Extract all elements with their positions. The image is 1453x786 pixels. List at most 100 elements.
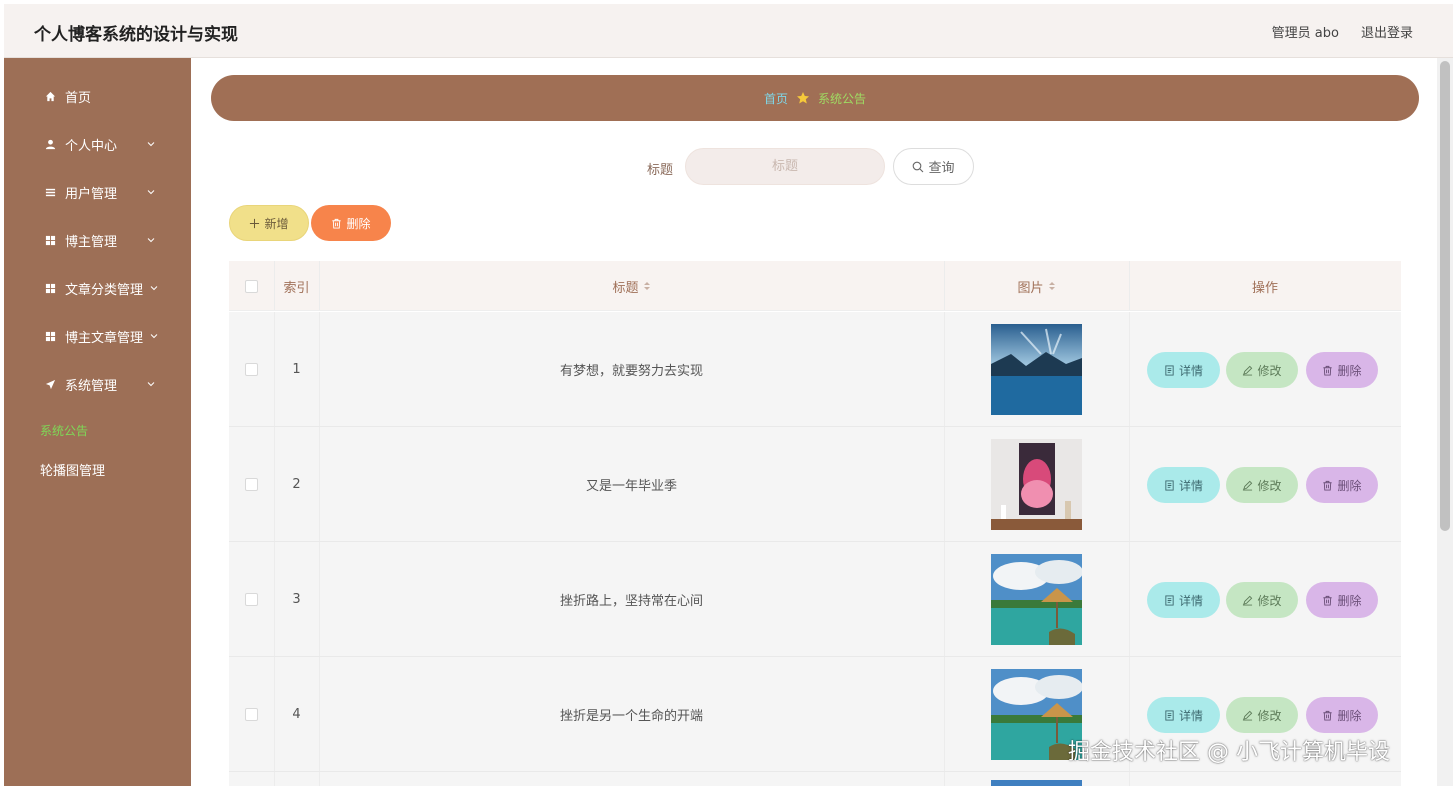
sidebar-item-blogger-articles[interactable]: 博主文章管理: [4, 312, 191, 360]
edit-button[interactable]: 修改: [1226, 582, 1298, 618]
table-row: 3 挫折路上，坚持常在心间 详情 修改 删除: [229, 542, 1401, 657]
row-index: 4: [292, 707, 301, 722]
header-image[interactable]: 图片: [944, 261, 1129, 311]
row-checkbox[interactable]: [245, 593, 258, 606]
row-checkbox[interactable]: [245, 478, 258, 491]
header-image-label: 图片: [1017, 280, 1044, 296]
table-row: [229, 772, 1401, 786]
grid-icon: [44, 282, 56, 294]
sidebar-item-blogger-management[interactable]: 博主管理: [4, 216, 191, 264]
delete-button[interactable]: 删除: [1306, 582, 1378, 618]
detail-button-label: 详情: [1178, 708, 1203, 723]
edit-button[interactable]: 修改: [1226, 467, 1298, 503]
edit-icon: [1243, 710, 1253, 721]
row-title: 挫折是另一个生命的开端: [559, 709, 703, 724]
document-icon: [1165, 364, 1174, 376]
grid-icon: [44, 234, 56, 246]
list-icon: [44, 186, 56, 198]
select-all-checkbox[interactable]: [245, 279, 258, 293]
scrollbar-thumb[interactable]: [1440, 61, 1450, 531]
sidebar-subitem-carousel[interactable]: 轮播图管理: [40, 460, 105, 479]
edit-button-label: 修改: [1257, 708, 1282, 723]
chevron-down-icon: [150, 334, 158, 339]
table-header: 索引 标题 图片 操作: [229, 261, 1401, 311]
header-actions: 操作: [1251, 280, 1278, 296]
send-icon: [44, 378, 56, 390]
sidebar-item-personal-center[interactable]: 个人中心: [4, 120, 191, 168]
edit-button[interactable]: 修改: [1226, 697, 1298, 733]
header-title[interactable]: 标题: [319, 261, 944, 311]
sidebar-item-label: 文章分类管理: [65, 282, 144, 298]
top-header: 个人博客系统的设计与实现 管理员 abo 退出登录: [4, 4, 1453, 58]
chevron-down-icon: [147, 142, 155, 147]
detail-button[interactable]: 详情: [1147, 352, 1220, 388]
delete-button[interactable]: 删除: [1306, 352, 1378, 388]
detail-button-label: 详情: [1178, 478, 1203, 493]
watermark: 掘金技术社区 @ 小飞计算机毕设: [1068, 740, 1390, 765]
detail-button[interactable]: 详情: [1147, 467, 1220, 503]
row-title: 有梦想，就要努力去实现: [559, 364, 703, 379]
row-index: 1: [292, 362, 301, 377]
detail-button-label: 详情: [1178, 593, 1203, 608]
row-checkbox[interactable]: [245, 708, 258, 721]
breadcrumb-current: 系统公告: [818, 91, 867, 106]
table-row: 1 有梦想，就要努力去实现 详情 修改 删除: [229, 312, 1401, 427]
breadcrumb: 首页 系统公告: [211, 75, 1419, 121]
chevron-down-icon: [147, 238, 155, 243]
edit-icon: [1243, 480, 1253, 491]
logout-link[interactable]: 退出登录: [1361, 22, 1413, 41]
plus-icon: [250, 218, 260, 228]
home-icon: [44, 90, 56, 102]
sort-icon: [1048, 282, 1055, 290]
delete-button-label: 删除: [1337, 593, 1362, 608]
delete-button[interactable]: 删除: [1306, 467, 1378, 503]
sidebar-item-label: 博主文章管理: [65, 330, 144, 346]
sort-icon: [643, 282, 650, 290]
trash-icon: [1323, 480, 1333, 491]
breadcrumb-home[interactable]: 首页: [764, 90, 788, 107]
row-title: 挫折路上，坚持常在心间: [559, 594, 703, 609]
grid-icon: [44, 330, 56, 342]
sidebar-item-label: 个人中心: [65, 138, 118, 154]
delete-button-label: 删除: [1337, 708, 1362, 723]
bulk-delete-button[interactable]: 删除: [311, 205, 391, 241]
chevron-down-icon: [150, 286, 158, 291]
row-thumbnail-image: [991, 324, 1082, 415]
row-thumbnail-image: [991, 439, 1082, 530]
row-index: 2: [292, 477, 301, 492]
add-button-label: 新增: [264, 216, 289, 231]
sidebar-subitem-announcements[interactable]: 系统公告: [40, 422, 88, 439]
detail-button[interactable]: 详情: [1147, 582, 1220, 618]
sidebar-item-user-management[interactable]: 用户管理: [4, 168, 191, 216]
row-thumbnail-image: [991, 554, 1082, 645]
trash-icon: [332, 218, 342, 229]
chevron-down-icon: [147, 190, 155, 195]
edit-button-label: 修改: [1257, 593, 1282, 608]
sidebar-item-article-category[interactable]: 文章分类管理: [4, 264, 191, 312]
trash-icon: [1323, 595, 1333, 606]
trash-icon: [1323, 710, 1333, 721]
sidebar-item-home[interactable]: 首页: [4, 72, 191, 120]
detail-button[interactable]: 详情: [1147, 697, 1220, 733]
detail-button-label: 详情: [1178, 363, 1203, 378]
delete-button[interactable]: 删除: [1306, 697, 1378, 733]
current-user: 管理员 abo: [1271, 26, 1339, 41]
edit-button[interactable]: 修改: [1226, 352, 1298, 388]
search-input[interactable]: [685, 148, 885, 185]
edit-button-label: 修改: [1257, 363, 1282, 378]
edit-icon: [1243, 365, 1253, 376]
trash-icon: [1323, 365, 1333, 376]
search-button[interactable]: 查询: [893, 148, 974, 185]
bulk-delete-label: 删除: [346, 216, 371, 231]
sidebar-item-label: 系统管理: [65, 378, 118, 394]
sidebar-item-system-management[interactable]: 系统管理: [4, 360, 191, 408]
add-button[interactable]: 新增: [229, 205, 309, 241]
row-index: 3: [292, 592, 301, 607]
header-title-label: 标题: [612, 280, 639, 296]
edit-button-label: 修改: [1257, 478, 1282, 493]
sidebar-item-label: 首页: [65, 90, 92, 106]
scrollbar[interactable]: [1437, 58, 1453, 786]
search-label: 标题: [647, 163, 674, 178]
row-thumbnail-image: [991, 780, 1082, 786]
row-checkbox[interactable]: [245, 363, 258, 376]
